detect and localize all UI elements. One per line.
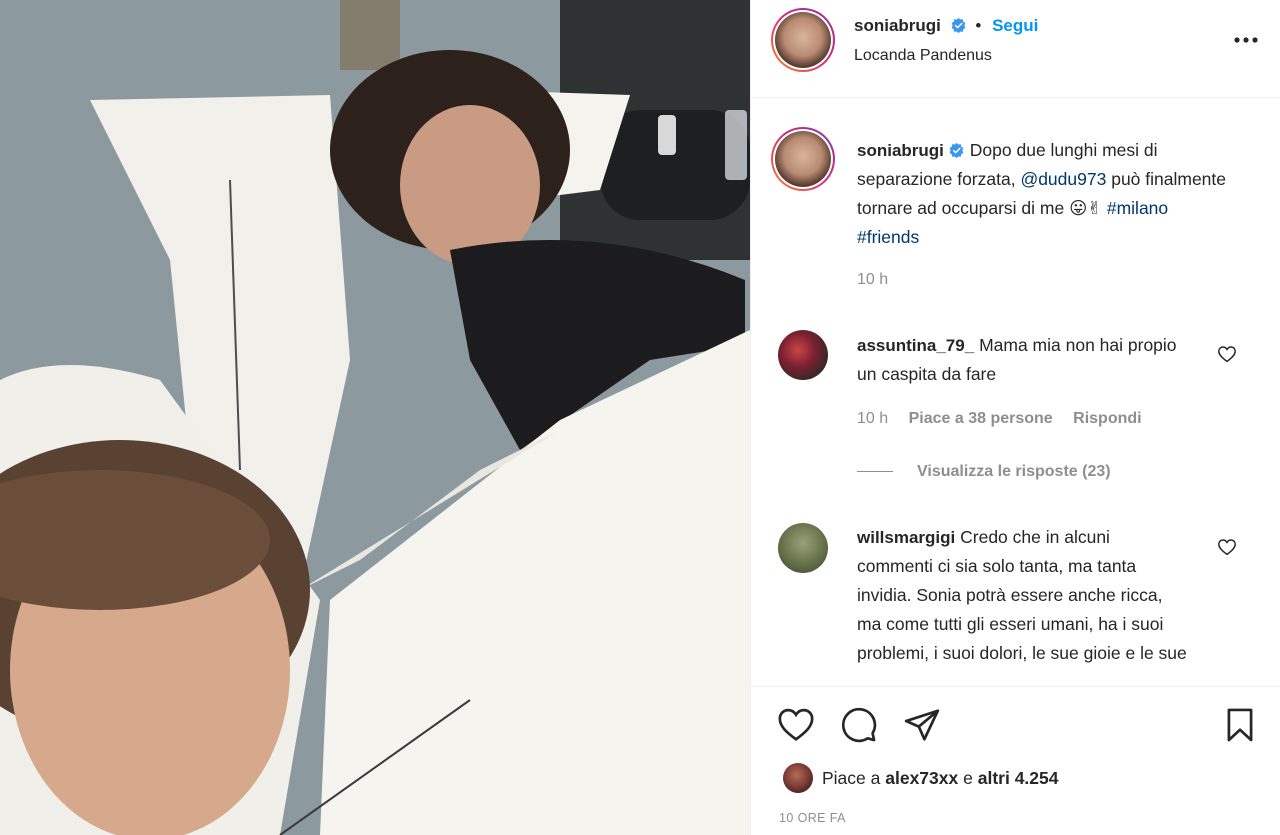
post-timestamp[interactable]: 10 ORE FA bbox=[779, 811, 846, 825]
caption-username[interactable]: soniabrugi bbox=[857, 141, 944, 160]
comment-like-heart-icon[interactable] bbox=[1217, 538, 1237, 556]
comment-icon[interactable] bbox=[840, 706, 878, 744]
likes-prefix: Piace a bbox=[822, 767, 881, 788]
liker-username[interactable]: alex73xx bbox=[885, 768, 958, 789]
view-replies-button[interactable]: Visualizza le risposte (23) bbox=[857, 463, 1111, 481]
commenter-avatar[interactable] bbox=[778, 330, 828, 380]
comment-like-heart-icon[interactable] bbox=[1217, 345, 1237, 363]
comment-username[interactable]: willsmargigi bbox=[857, 528, 955, 547]
author-avatar[interactable] bbox=[771, 8, 835, 72]
liker-avatar[interactable] bbox=[783, 763, 813, 793]
follow-button[interactable]: Segui bbox=[992, 16, 1038, 35]
caption-avatar[interactable] bbox=[771, 127, 835, 191]
comment-text: Credo che in alcuni commenti ci sia solo… bbox=[857, 527, 1187, 663]
post-photo[interactable] bbox=[0, 0, 750, 835]
post-actions: Piace a alex73xx e altri 4.254 10 ORE FA bbox=[751, 686, 1280, 835]
hashtag-friends[interactable]: #friends bbox=[857, 227, 919, 247]
replies-divider-line bbox=[857, 471, 893, 473]
comment: willsmargigi Credo che in alcuni comment… bbox=[857, 523, 1187, 668]
hashtag-milano[interactable]: #milano bbox=[1107, 198, 1168, 218]
view-replies-label: Visualizza le risposte (23) bbox=[917, 463, 1111, 480]
likes-summary[interactable]: Piace a alex73xx e altri 4.254 bbox=[783, 763, 1058, 793]
likes-middle: e bbox=[963, 767, 973, 788]
comment-likes[interactable]: Piace a 38 persone bbox=[909, 410, 1053, 427]
caption-timestamp[interactable]: 10 h bbox=[857, 271, 888, 289]
bookmark-icon[interactable] bbox=[1221, 706, 1259, 744]
caption-emoji: 😛✌ bbox=[1069, 198, 1102, 218]
comments-section[interactable]: soniabrugi Dopo due lunghi mesi di separ… bbox=[751, 99, 1280, 686]
mention-link[interactable]: @dudu973 bbox=[1020, 169, 1106, 189]
header-user-line: soniabrugi • Segui bbox=[854, 16, 1038, 36]
verified-badge-icon bbox=[951, 17, 965, 34]
heart-icon[interactable] bbox=[777, 706, 815, 744]
likes-others[interactable]: altri 4.254 bbox=[978, 768, 1059, 789]
comment-time[interactable]: 10 h bbox=[857, 410, 888, 427]
author-username[interactable]: soniabrugi bbox=[854, 16, 941, 35]
share-icon[interactable] bbox=[903, 706, 941, 744]
more-options-icon[interactable] bbox=[1232, 30, 1260, 50]
comment: assuntina_79_ Mama mia non hai propio un… bbox=[857, 331, 1187, 389]
comment-meta: 10 h Piace a 38 persone Rispondi bbox=[857, 410, 1158, 428]
post-sidebar: soniabrugi • Segui Locanda Pandenus soni… bbox=[750, 0, 1280, 835]
photo-illustration bbox=[0, 0, 750, 835]
comment-username[interactable]: assuntina_79_ bbox=[857, 336, 974, 355]
location-link[interactable]: Locanda Pandenus bbox=[854, 47, 992, 65]
verified-badge-icon bbox=[949, 142, 964, 159]
reply-button[interactable]: Rispondi bbox=[1073, 410, 1141, 427]
post-header: soniabrugi • Segui Locanda Pandenus bbox=[751, 0, 1280, 98]
commenter-avatar[interactable] bbox=[778, 523, 828, 573]
post-caption: soniabrugi Dopo due lunghi mesi di separ… bbox=[857, 136, 1232, 252]
separator-dot: • bbox=[975, 16, 982, 35]
